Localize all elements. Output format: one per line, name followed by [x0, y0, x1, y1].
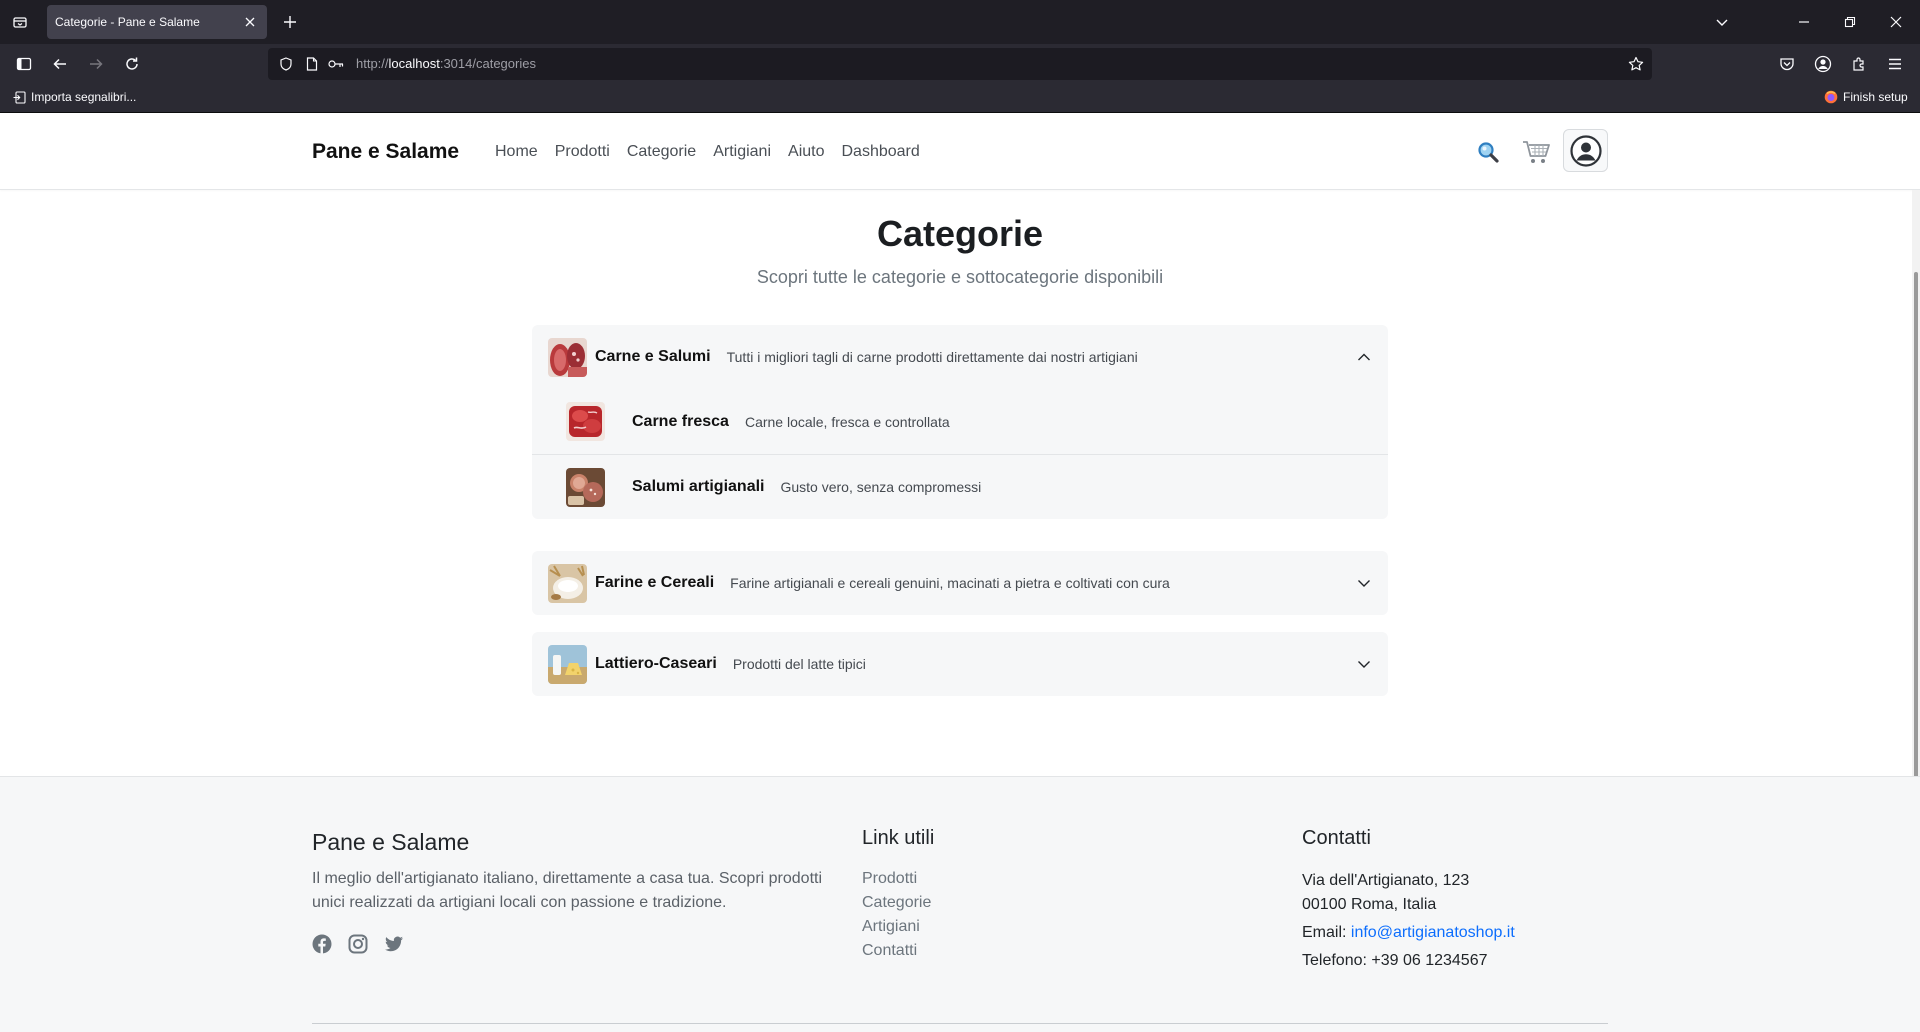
account-icon[interactable] [1811, 52, 1835, 76]
twitter-icon[interactable] [384, 934, 404, 954]
subcategory-thumbnail [566, 402, 605, 441]
pocket-icon[interactable] [1775, 52, 1799, 76]
extensions-icon[interactable] [1847, 52, 1871, 76]
shield-icon[interactable] [278, 56, 294, 72]
restore-icon[interactable] [1838, 10, 1862, 34]
tab-title: Categorie - Pane e Salame [55, 15, 200, 29]
search-icon[interactable] [1475, 139, 1501, 165]
subcategory-description: Gusto vero, senza compromessi [780, 479, 982, 495]
nav-artigiani[interactable]: Artigiani [713, 143, 771, 161]
import-icon [13, 90, 26, 104]
footer-address-line1: Via dell'Artigianato, 123 [1302, 872, 1470, 889]
user-menu-button[interactable] [1563, 129, 1608, 172]
category-thumbnail [548, 644, 587, 684]
sidebar-icon[interactable] [12, 52, 36, 76]
site-footer: Pane e Salame Il meglio dell'artigianato… [0, 776, 1920, 1032]
firefox-icon [1824, 90, 1838, 104]
category-description: Farine artigianali e cereali genuini, ma… [730, 575, 1170, 591]
cart-icon[interactable] [1521, 137, 1551, 167]
footer-link-prodotti[interactable]: Prodotti [862, 869, 931, 889]
user-icon [1569, 134, 1602, 167]
tab-list-icon[interactable] [8, 10, 32, 34]
close-icon[interactable] [241, 13, 259, 31]
footer-phone: Telefono: +39 06 1234567 [1302, 952, 1488, 969]
footer-contact: Via dell'Artigianato, 123 00100 Roma, It… [1302, 869, 1515, 973]
minimize-icon[interactable] [1792, 10, 1816, 34]
footer-link-categorie[interactable]: Categorie [862, 893, 931, 913]
category-thumbnail [548, 563, 587, 603]
category-description: Tutti i migliori tagli di carne prodotti… [726, 349, 1138, 365]
category-lattiero-caseari: Lattiero-Caseari Prodotti del latte tipi… [532, 632, 1388, 696]
category-thumbnail [548, 337, 587, 377]
back-icon[interactable] [48, 52, 72, 76]
chevron-down-icon[interactable] [1710, 10, 1734, 34]
social-links [312, 934, 404, 954]
chevron-down-icon[interactable] [1356, 575, 1372, 591]
page-title: Categorie [876, 213, 1044, 254]
nav-categorie[interactable]: Categorie [627, 143, 696, 161]
footer-brand: Pane e Salame [312, 829, 470, 855]
bookmark-import-label: Importa segnalibri... [31, 90, 137, 104]
bookmarks-toolbar: Importa segnalibri... Finish setup [0, 84, 1920, 113]
browser-tabstrip: Categorie - Pane e Salame [0, 0, 1920, 44]
instagram-icon[interactable] [348, 934, 368, 954]
reload-icon[interactable] [120, 52, 144, 76]
nav-aiuto[interactable]: Aiuto [788, 143, 824, 161]
finish-setup[interactable]: Finish setup [1824, 90, 1908, 104]
footer-email-row: Email: info@artigianatoshop.it [1302, 921, 1515, 945]
subcategory-name: Carne fresca [632, 412, 729, 430]
browser-tab-active[interactable]: Categorie - Pane e Salame [47, 5, 267, 39]
footer-link-contatti[interactable]: Contatti [862, 941, 931, 961]
url-bar[interactable]: http://localhost:3014/categories [268, 48, 1652, 80]
main-nav: Home Prodotti Categorie Artigiani Aiuto … [495, 143, 920, 161]
footer-email-label: Email: [1302, 924, 1351, 941]
nav-dashboard[interactable]: Dashboard [841, 143, 919, 161]
category-carne-e-salumi: Carne e Salumi Tutti i migliori tagli di… [532, 325, 1388, 519]
footer-contact-title: Contatti [1302, 827, 1371, 849]
key-icon[interactable] [328, 56, 344, 72]
url-text: http://localhost:3014/categories [356, 56, 536, 71]
footer-link-artigiani[interactable]: Artigiani [862, 917, 931, 937]
subcategory-salumi-artigianali[interactable]: Salumi artigianali Gusto vero, senza com… [532, 454, 1388, 519]
page-subtitle: Scopri tutte le categorie e sottocategor… [756, 267, 1164, 287]
category-description: Prodotti del latte tipici [732, 656, 866, 672]
subcategory-thumbnail [566, 467, 605, 507]
footer-email-link[interactable]: info@artigianatoshop.it [1351, 924, 1515, 941]
footer-links: Prodotti Categorie Artigiani Contatti [862, 869, 931, 961]
site-header: Pane e Salame Home Prodotti Categorie Ar… [0, 113, 1920, 190]
category-name: Farine e Cereali [595, 574, 715, 591]
facebook-icon[interactable] [312, 934, 332, 954]
category-header[interactable]: Lattiero-Caseari Prodotti del latte tipi… [532, 632, 1388, 696]
finish-setup-label: Finish setup [1843, 90, 1908, 104]
category-name: Carne e Salumi [595, 348, 711, 365]
footer-address-line2: 00100 Roma, Italia [1302, 896, 1437, 913]
forward-icon[interactable] [84, 52, 108, 76]
footer-divider [312, 1023, 1608, 1024]
nav-prodotti[interactable]: Prodotti [555, 143, 610, 161]
url-host: localhost [388, 56, 440, 71]
category-farine-e-cereali: Farine e Cereali Farine artigianali e ce… [532, 551, 1388, 615]
site-brand[interactable]: Pane e Salame [312, 140, 459, 164]
category-name: Lattiero-Caseari [595, 655, 717, 672]
url-path: :3014/categories [439, 56, 536, 71]
browser-navbar: http://localhost:3014/categories [0, 44, 1920, 84]
chevron-up-icon[interactable] [1356, 349, 1372, 365]
page-viewport: Pane e Salame Home Prodotti Categorie Ar… [0, 113, 1920, 1032]
window-close-icon[interactable] [1884, 10, 1908, 34]
nav-home[interactable]: Home [495, 143, 538, 161]
chevron-down-icon[interactable] [1356, 656, 1372, 672]
category-header[interactable]: Farine e Cereali Farine artigianali e ce… [532, 551, 1388, 615]
footer-links-title: Link utili [862, 827, 935, 849]
star-icon[interactable] [1628, 56, 1644, 72]
page-icon[interactable] [304, 56, 320, 72]
subcategory-name: Salumi artigianali [632, 478, 765, 495]
category-header[interactable]: Carne e Salumi Tutti i migliori tagli di… [532, 325, 1388, 389]
subcategory-carne-fresca[interactable]: Carne fresca Carne locale, fresca e cont… [532, 389, 1388, 454]
footer-about: Il meglio dell'artigianato italiano, dir… [312, 870, 823, 911]
subcategory-description: Carne locale, fresca e controllata [744, 413, 950, 430]
menu-icon[interactable] [1883, 52, 1907, 76]
bookmark-import[interactable]: Importa segnalibri... [13, 90, 136, 104]
url-prefix: http:// [356, 56, 389, 71]
plus-icon[interactable] [278, 10, 302, 34]
